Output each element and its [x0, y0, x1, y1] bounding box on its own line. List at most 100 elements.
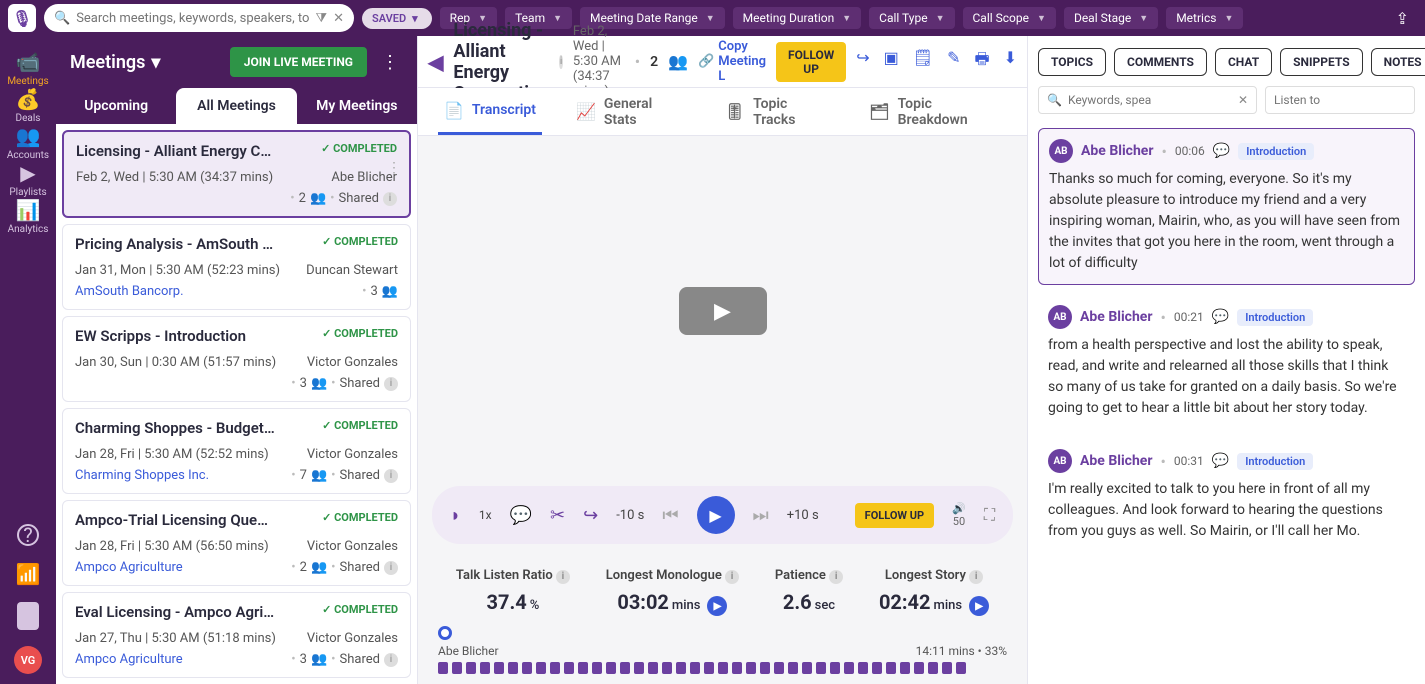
tab-all-meetings[interactable]: All Meetings	[176, 88, 296, 124]
playlist-icon[interactable]: ▣	[884, 48, 899, 75]
account-link[interactable]: AmSouth Bancorp.	[75, 284, 184, 299]
timeline-segment[interactable]	[606, 662, 616, 674]
activity-button[interactable]: 📶	[16, 562, 41, 588]
transcript-item[interactable]: ABAbe Blicher•00:31💬IntroductionI'm real…	[1038, 439, 1415, 552]
timeline-segment[interactable]	[508, 662, 518, 674]
info-icon[interactable]: i	[725, 570, 739, 584]
follow-up-button[interactable]: FOLLOW UP	[776, 42, 846, 82]
timeline-segment[interactable]	[816, 662, 826, 674]
timeline-segment[interactable]	[564, 662, 574, 674]
sidenav-deals[interactable]: 💰Deals	[7, 87, 49, 124]
topic-tag[interactable]: Introduction	[1238, 143, 1314, 160]
meetings-title-dropdown[interactable]: Meetings ▾	[70, 52, 160, 73]
info-icon[interactable]: i	[384, 469, 398, 483]
speaker-name[interactable]: Abe Blicher	[1080, 309, 1153, 325]
timeline-segment[interactable]	[928, 662, 938, 674]
timeline-segment[interactable]	[956, 662, 966, 674]
video-player[interactable]: ▶	[418, 136, 1027, 486]
comment-icon[interactable]: 💬	[1213, 143, 1230, 159]
info-icon[interactable]: i	[384, 377, 398, 391]
timeline-segment[interactable]	[522, 662, 532, 674]
account-link[interactable]: Ampco Agriculture	[75, 652, 183, 667]
transcript-item[interactable]: ABAbe Blicher•00:21💬Introductionfrom a h…	[1038, 295, 1415, 429]
meeting-list[interactable]: Licensing - Alliant Energy Cor…✓ COMPLET…	[56, 124, 417, 684]
timeline-segment[interactable]	[704, 662, 714, 674]
timeline-segment[interactable]	[886, 662, 896, 674]
speaker-name[interactable]: Abe Blicher	[1081, 143, 1154, 159]
comment-icon[interactable]: 💬	[1212, 309, 1229, 325]
clear-icon[interactable]: ✕	[1238, 93, 1248, 107]
meeting-card[interactable]: Ampco-Trial Licensing Questi…✓ COMPLETED…	[62, 500, 411, 586]
info-icon[interactable]: i	[969, 570, 983, 584]
share-icon[interactable]: ⇪	[1388, 9, 1417, 28]
more-icon[interactable]: ⋮	[377, 52, 403, 73]
timeline-segment[interactable]	[578, 662, 588, 674]
info-icon[interactable]: i	[383, 192, 397, 206]
edit-icon[interactable]: ✎	[947, 48, 960, 75]
filter-call-scope[interactable]: Call Scope▼	[963, 7, 1056, 29]
info-icon[interactable]: i	[384, 561, 398, 575]
timeline-segment[interactable]	[592, 662, 602, 674]
timeline-segment[interactable]	[634, 662, 644, 674]
tab-topic-tracks[interactable]: 🎚Topic Tracks	[719, 84, 836, 140]
meeting-card[interactable]: Charming Shoppes - Budget …✓ COMPLETEDJa…	[62, 408, 411, 494]
meeting-card[interactable]: Licensing - Alliant Energy Cor…✓ COMPLET…	[62, 130, 411, 218]
help-button[interactable]: ?	[17, 524, 39, 548]
account-link[interactable]: Ampco Agriculture	[75, 560, 183, 575]
tab-upcoming[interactable]: Upcoming	[56, 88, 176, 124]
timeline-segment[interactable]	[676, 662, 686, 674]
timeline-segment[interactable]	[480, 662, 490, 674]
listen-to-input[interactable]	[1265, 86, 1415, 114]
account-link[interactable]: Charming Shoppes Inc.	[75, 468, 209, 483]
timeline-segment[interactable]	[858, 662, 868, 674]
tab-transcript[interactable]: 📄Transcript	[438, 89, 542, 135]
speed-label[interactable]: 1x	[479, 508, 492, 522]
timestamp[interactable]: 00:21	[1174, 310, 1204, 324]
info-icon[interactable]: i	[556, 570, 570, 584]
timeline-segment[interactable]	[914, 662, 924, 674]
timeline-segment[interactable]	[830, 662, 840, 674]
play-icon[interactable]: ▶	[707, 596, 727, 616]
sidenav-analytics[interactable]: 📊Analytics	[7, 198, 49, 235]
timeline-segment[interactable]	[746, 662, 756, 674]
timeline-segment[interactable]	[900, 662, 910, 674]
comment-icon[interactable]: 💬	[1212, 453, 1229, 469]
gauge-icon[interactable]: ◗	[450, 505, 461, 526]
fullscreen-icon[interactable]: ⛶	[984, 505, 995, 525]
timeline-segment[interactable]	[732, 662, 742, 674]
tab-my-meetings[interactable]: My Meetings	[297, 88, 417, 124]
meeting-card[interactable]: Eval Licensing - Ampco Agric…✓ COMPLETED…	[62, 592, 411, 678]
tab-topic-breakdown[interactable]: 🗂Topic Breakdown	[863, 84, 1007, 140]
timestamp[interactable]: 00:31	[1174, 454, 1204, 468]
filter-deal-stage[interactable]: Deal Stage▼	[1064, 7, 1158, 29]
tab-general-stats[interactable]: 📈General Stats	[570, 84, 691, 140]
topic-tag[interactable]: Introduction	[1237, 309, 1313, 326]
transcript-search-input[interactable]	[1068, 93, 1232, 107]
filter-metrics[interactable]: Metrics▼	[1166, 7, 1243, 29]
share-clip-icon[interactable]: ↪	[583, 505, 598, 526]
more-icon[interactable]: ⋮	[387, 160, 401, 176]
tab-notes[interactable]: NOTES	[1371, 48, 1425, 76]
settings-button[interactable]: ⚙	[17, 602, 39, 632]
timeline-segment[interactable]	[844, 662, 854, 674]
play-pause-button[interactable]: ▶	[697, 496, 735, 534]
saved-pill[interactable]: SAVED ▾	[362, 8, 432, 29]
join-live-button[interactable]: JOIN LIVE MEETING	[230, 47, 367, 77]
tab-snippets[interactable]: SNIPPETS	[1280, 48, 1362, 76]
sidenav-playlists[interactable]: ▶Playlists	[7, 161, 49, 198]
snip-icon[interactable]: ✂	[550, 505, 565, 526]
people-icon[interactable]: 👥	[668, 52, 688, 71]
info-icon[interactable]: i	[559, 55, 563, 69]
clear-icon[interactable]: ✕	[333, 11, 344, 26]
meeting-card[interactable]: EW Scripps - Introduction✓ COMPLETEDJan …	[62, 316, 411, 402]
timeline-segment[interactable]	[536, 662, 546, 674]
timeline-segment[interactable]	[718, 662, 728, 674]
skip-back-button[interactable]: ⏮	[662, 505, 678, 526]
timeline-segment[interactable]	[760, 662, 770, 674]
timeline-segment[interactable]	[438, 662, 448, 674]
timeline-segment[interactable]	[494, 662, 504, 674]
filter-icon[interactable]: ⧩	[315, 11, 327, 26]
tab-topics[interactable]: TOPICS	[1038, 48, 1106, 76]
timeline-segment[interactable]	[648, 662, 658, 674]
sidenav-accounts[interactable]: 👥Accounts	[7, 124, 49, 161]
